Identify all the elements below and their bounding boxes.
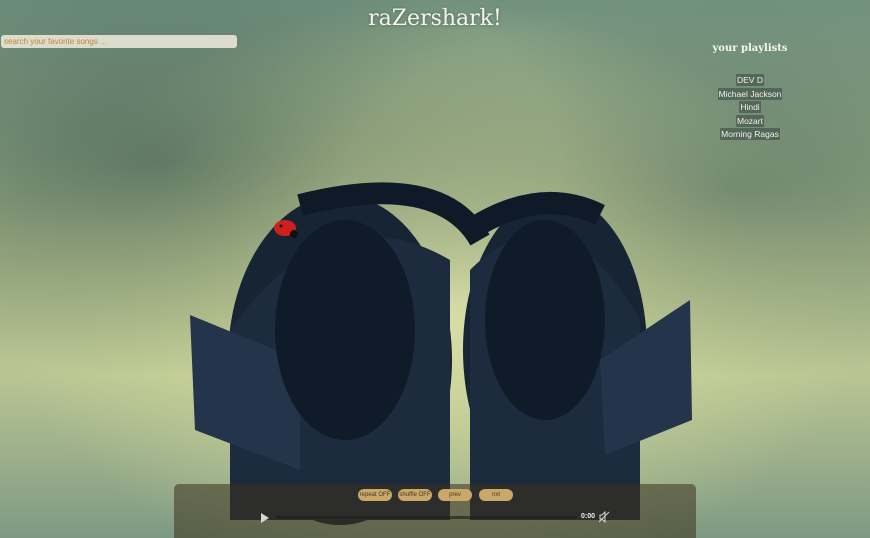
playlist-item-morning-ragas[interactable]: Morning Ragas (720, 128, 780, 140)
play-icon[interactable] (260, 512, 270, 524)
time-display: 0:00 (581, 513, 596, 520)
mute-icon[interactable] (599, 511, 610, 523)
page-background: raZershark! your playlists DEV D Michael… (0, 0, 870, 538)
seek-bar[interactable] (275, 516, 577, 519)
search-input[interactable] (1, 35, 237, 48)
shuffle-button[interactable]: shuffle OFF (398, 489, 432, 501)
playlists-panel: your playlists DEV D Michael Jackson Hin… (700, 43, 800, 140)
playlists-heading: your playlists (712, 43, 788, 54)
repeat-button[interactable]: repeat OFF (358, 489, 392, 501)
app-title: raZershark! (368, 6, 502, 31)
player-controls: repeat OFF shuffle OFF prev nxt 0:00 (174, 484, 696, 538)
next-button[interactable]: nxt (479, 489, 513, 501)
prev-button[interactable]: prev (438, 489, 472, 501)
